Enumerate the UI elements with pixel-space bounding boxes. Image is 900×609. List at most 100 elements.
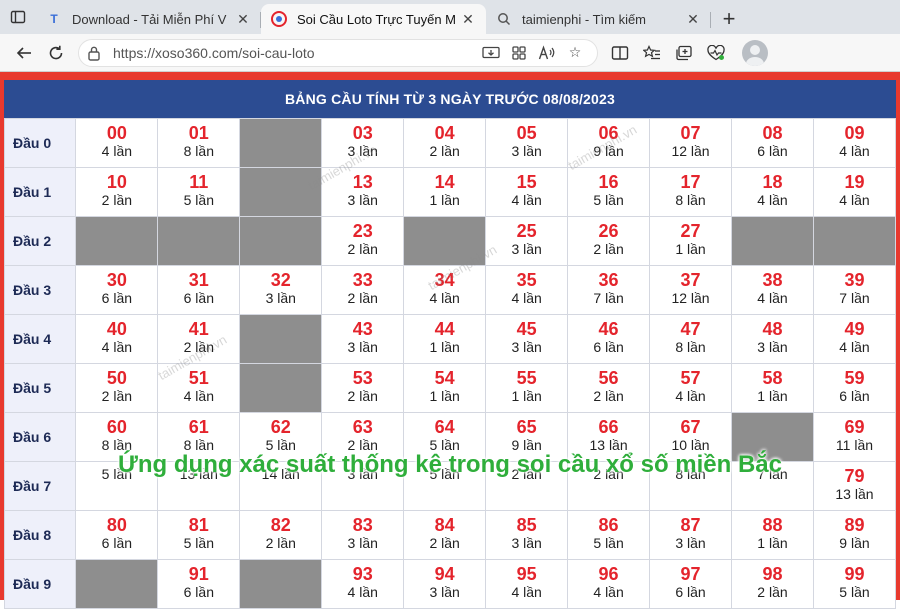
occurrence-count: 9 lần: [839, 535, 870, 551]
occurrence-count: 6 lần: [101, 535, 133, 551]
occurrence-count: 6 lần: [593, 339, 624, 355]
occurrence-count: 3 lần: [347, 143, 378, 159]
url-text[interactable]: https://xoso360.com/soi-cau-loto: [113, 45, 477, 61]
number-cell: 95 4 lần: [485, 559, 569, 609]
tab-actions-button[interactable]: [0, 0, 36, 34]
occurrence-count: 3 lần: [347, 535, 378, 551]
occurrence-count: 6 lần: [183, 584, 214, 600]
loto-number: 94: [434, 564, 455, 584]
favorites-list-icon: [643, 44, 660, 59]
occurrence-count: 1 lần: [511, 388, 542, 404]
loto-number: 55: [516, 368, 537, 388]
occurrence-count: 4 lần: [183, 388, 214, 404]
number-cell: 45 3 lần: [485, 314, 569, 364]
empty-cell: [239, 363, 323, 413]
occurrence-count: 3 lần: [429, 584, 460, 600]
address-bar[interactable]: https://xoso360.com/soi-cau-loto ☆: [78, 38, 598, 67]
loto-number: 66: [598, 417, 619, 437]
occurrence-count: 7 lần: [839, 290, 870, 306]
loto-number: 41: [188, 319, 209, 339]
loto-number: 80: [106, 515, 127, 535]
occurrence-count: 2 lần: [265, 535, 296, 551]
tab-search[interactable]: taimienphi - Tìm kiếm ✕: [486, 4, 711, 34]
number-cell: 15 4 lần: [485, 167, 569, 217]
table-row: Đầu 5 50 2 lần 51 4 lần 53 2 lần 54 1 lần 55 1 lần…: [3, 363, 897, 413]
number-cell: 87 3 lần: [649, 510, 732, 560]
loto-number: 19: [844, 172, 865, 192]
new-tab-button[interactable]: +: [711, 4, 747, 34]
loto-number: 99: [844, 564, 865, 584]
number-cell: 46 6 lần: [567, 314, 651, 364]
favorite-star-icon[interactable]: ☆: [561, 44, 589, 61]
reload-button[interactable]: [40, 38, 72, 68]
loto-number: 50: [106, 368, 127, 388]
tab-soi-cau-loto[interactable]: Soi Cầu Loto Trực Tuyến M ✕: [261, 4, 486, 34]
occurrence-count: 2 lần: [183, 339, 214, 355]
number-cell: 27 1 lần: [649, 216, 732, 266]
number-cell: 91 6 lần: [157, 559, 241, 609]
close-icon[interactable]: ✕: [235, 11, 251, 28]
loto-number: 04: [434, 123, 455, 143]
number-cell: 39 7 lần: [812, 265, 897, 315]
lock-icon[interactable]: [87, 45, 105, 61]
loto-number: 44: [434, 319, 455, 339]
back-button[interactable]: [8, 38, 40, 68]
loto-table: Đầu 0 00 4 lần 01 8 lần 03 3 lần 04 2 lần 05 3 lần…: [3, 118, 897, 609]
loto-number: 43: [352, 319, 373, 339]
number-cell: 49 4 lần: [812, 314, 897, 364]
read-aloud-icon[interactable]: [533, 44, 561, 61]
table-row: Đầu 3 30 6 lần 31 6 lần 32 3 lần 33 2 lần 34 4 lần…: [3, 265, 897, 315]
loto-number: 53: [352, 368, 373, 388]
loto-number: 14: [434, 172, 455, 192]
number-cell: 84 2 lần: [403, 510, 487, 560]
number-cell: 14 1 lần: [403, 167, 487, 217]
taimienphi-favicon-icon: T: [50, 12, 58, 26]
loto-number: 17: [680, 172, 701, 192]
loto-number: 47: [680, 319, 701, 339]
occurrence-count: 1 lần: [429, 388, 460, 404]
occurrence-count: 2 lần: [347, 388, 378, 404]
number-cell: 85 3 lần: [485, 510, 569, 560]
loto-number: 83: [352, 515, 373, 535]
empty-cell: [239, 559, 323, 609]
occurrence-count: 2 lần: [101, 388, 133, 404]
heart-pulse-icon: [707, 44, 725, 60]
occurrence-count: 6 lần: [757, 143, 788, 159]
loto-number: 97: [680, 564, 701, 584]
occurrence-count: 6 lần: [839, 388, 870, 404]
occurrence-count: 13 lần: [835, 486, 874, 502]
row-label: Đầu 2: [3, 216, 77, 266]
occurrence-count: 1 lần: [757, 388, 788, 404]
split-screen-button[interactable]: [604, 38, 636, 68]
number-cell: 03 3 lần: [321, 118, 405, 168]
search-icon: [496, 11, 512, 27]
browser-essentials-button[interactable]: [700, 38, 732, 68]
close-icon[interactable]: ✕: [685, 11, 701, 28]
occurrence-count: 1 lần: [429, 339, 460, 355]
occurrence-count: 6 lần: [675, 584, 706, 600]
close-icon[interactable]: ✕: [460, 11, 476, 28]
favorites-button[interactable]: [636, 38, 668, 68]
loto-number: 40: [106, 319, 127, 339]
loto-number: 15: [516, 172, 537, 192]
number-cell: 13 3 lần: [321, 167, 405, 217]
occurrence-count: 3 lần: [511, 241, 542, 257]
number-cell: 93 4 lần: [321, 559, 405, 609]
loto-number: 05: [516, 123, 537, 143]
occurrence-count: 4 lần: [839, 339, 870, 355]
number-cell: 34 4 lần: [403, 265, 487, 315]
occurrence-count: 6 lần: [183, 290, 214, 306]
install-app-icon[interactable]: [477, 46, 505, 60]
occurrence-count: 4 lần: [593, 584, 624, 600]
row-label: Đầu 1: [3, 167, 77, 217]
loto-number: 86: [598, 515, 619, 535]
row-label: Đầu 0: [3, 118, 77, 168]
collections-button[interactable]: [668, 38, 700, 68]
number-cell: 51 4 lần: [157, 363, 241, 413]
apps-grid-icon[interactable]: [505, 45, 533, 61]
tab-download[interactable]: T Download - Tải Miễn Phí V ✕: [36, 4, 261, 34]
back-arrow-icon: [16, 46, 31, 59]
number-cell: 32 3 lần: [239, 265, 323, 315]
occurrence-count: 4 lần: [511, 290, 542, 306]
profile-avatar[interactable]: [742, 39, 768, 66]
